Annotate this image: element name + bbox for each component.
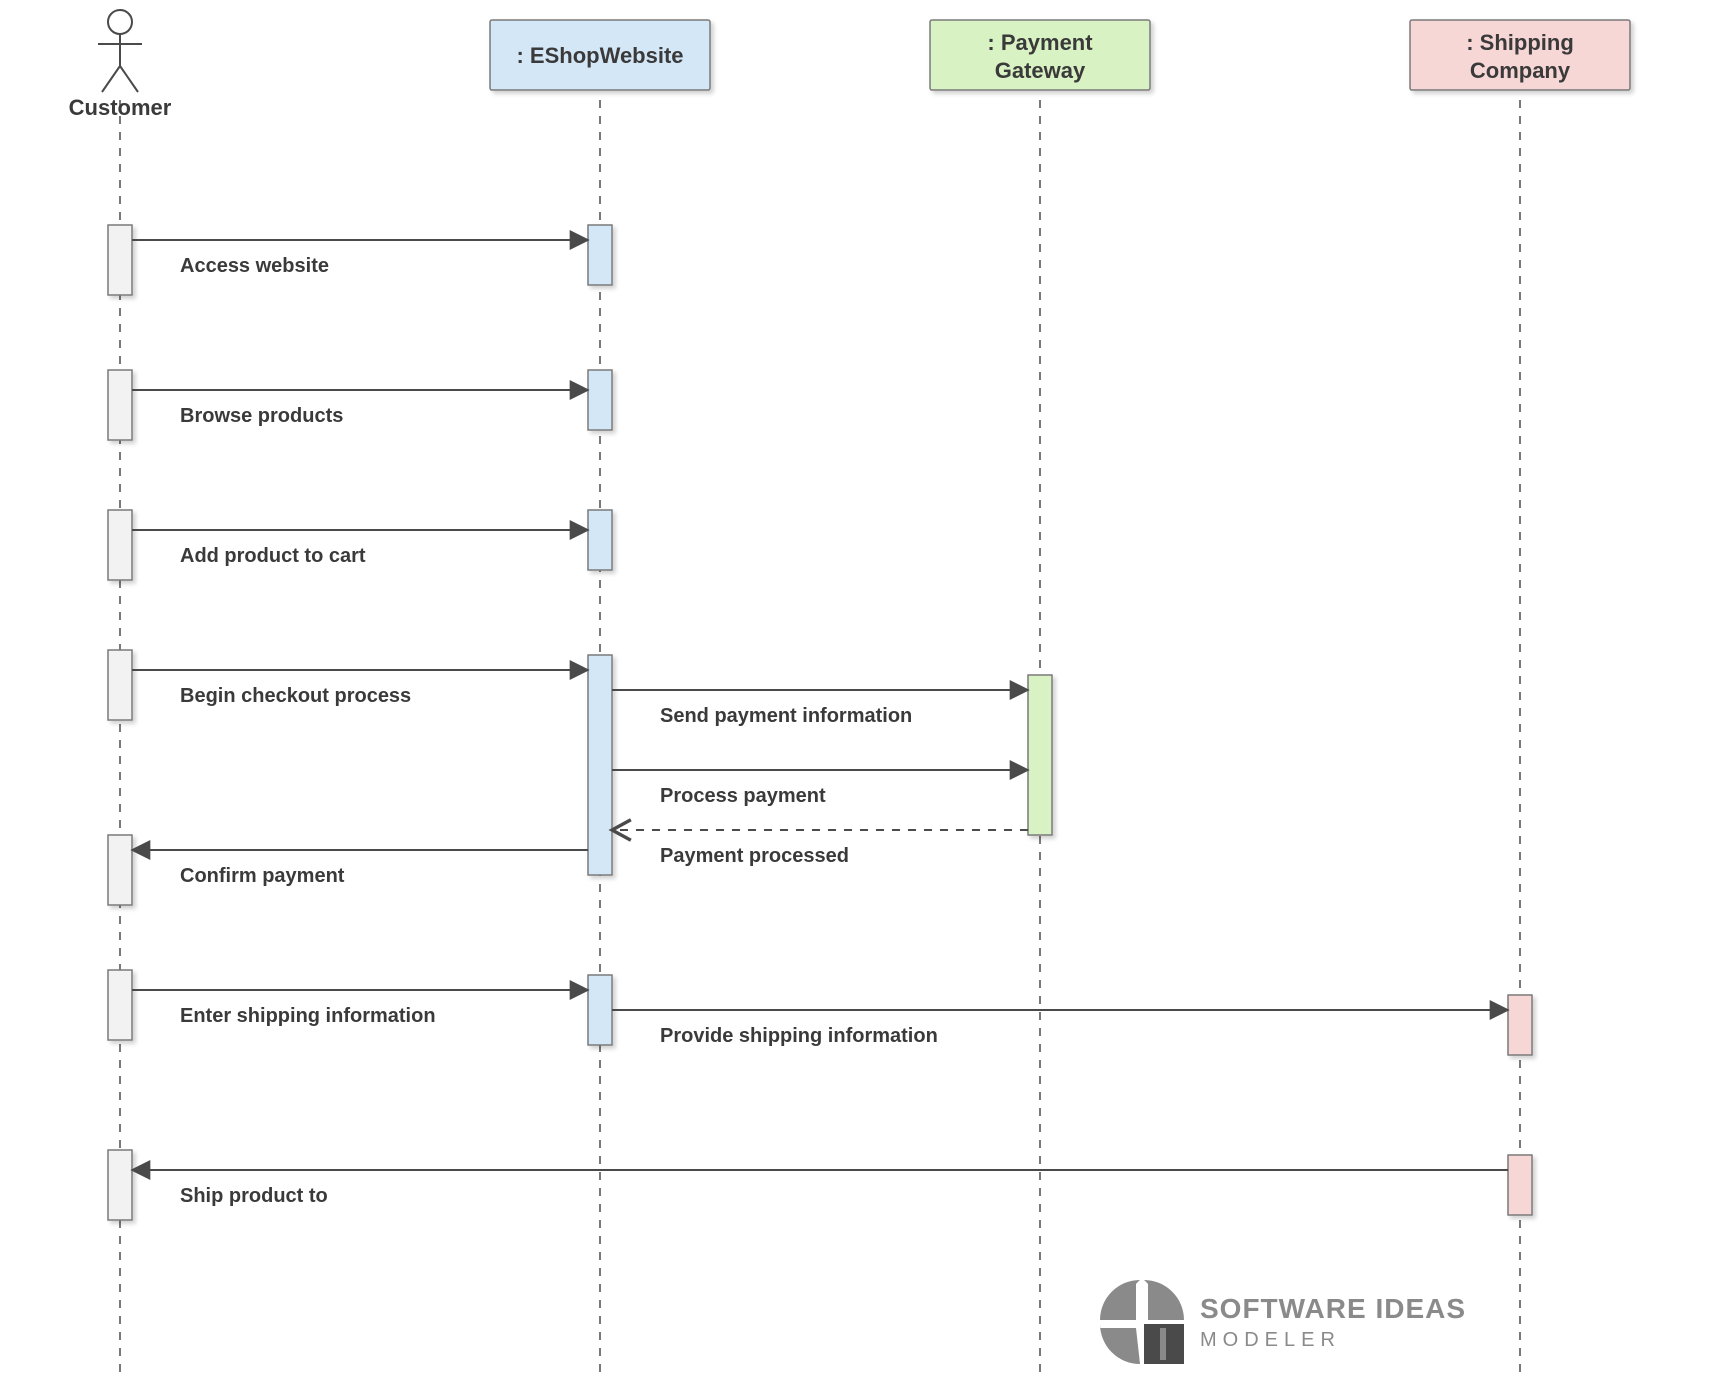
activation-customer xyxy=(108,510,132,580)
activation-shipping xyxy=(1508,1155,1532,1215)
message-label: Browse products xyxy=(180,405,343,427)
activation-customer xyxy=(108,970,132,1040)
watermark-logo: SOFTWARE IDEAS MODELER xyxy=(1100,1280,1466,1364)
activation-customer xyxy=(108,1150,132,1220)
message-label: Confirm payment xyxy=(180,865,345,887)
watermark-line1: SOFTWARE IDEAS xyxy=(1200,1293,1466,1324)
actor-label: Customer xyxy=(69,95,172,120)
actor-head xyxy=(108,10,132,34)
activation-eshop xyxy=(588,510,612,570)
activation-customer xyxy=(108,370,132,440)
activation-shipping xyxy=(1508,995,1532,1055)
message-label: Provide shipping information xyxy=(660,1025,938,1047)
activation-eshop xyxy=(588,225,612,285)
svg-text:Company: Company xyxy=(1470,58,1571,83)
svg-text:: Shipping: : Shipping xyxy=(1466,30,1574,55)
message-label: Begin checkout process xyxy=(180,685,411,707)
svg-text:Gateway: Gateway xyxy=(995,58,1086,83)
message-label: Enter shipping information xyxy=(180,1005,436,1027)
message-label: Send payment information xyxy=(660,705,912,727)
watermark-line2: MODELER xyxy=(1200,1329,1341,1351)
activation-customer xyxy=(108,650,132,720)
message-label: Ship product to xyxy=(180,1185,328,1207)
message-label: Process payment xyxy=(660,785,826,807)
message-label: Payment processed xyxy=(660,845,849,867)
activation-customer xyxy=(108,835,132,905)
activation-customer xyxy=(108,225,132,295)
svg-text:: Payment: : Payment xyxy=(987,30,1093,55)
activation-gateway xyxy=(1028,675,1052,835)
activation-eshop xyxy=(588,655,612,875)
message-label: Add product to cart xyxy=(180,545,366,567)
activation-eshop xyxy=(588,975,612,1045)
sequence-diagram: Customer : EShopWebsite : Payment Gateway : … xyxy=(0,0,1725,1400)
message-label: Access website xyxy=(180,255,329,277)
activation-eshop xyxy=(588,370,612,430)
svg-text:: EShopWebsite: : EShopWebsite xyxy=(516,43,683,68)
